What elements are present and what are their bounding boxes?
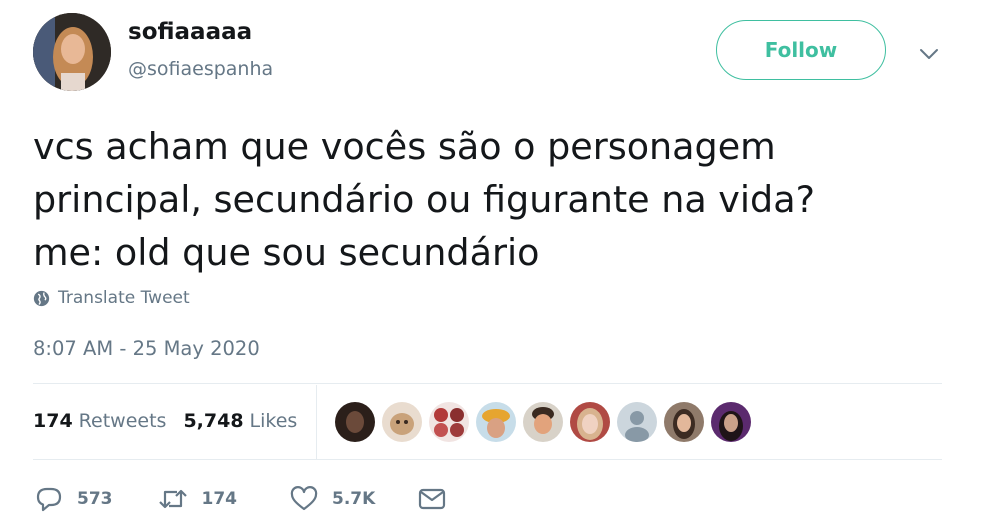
liker-avatar[interactable] [617,402,657,442]
retweet-button[interactable]: 174 [158,487,238,511]
translate-label: Translate Tweet [58,288,190,308]
timestamp[interactable]: 8:07 AM - 25 May 2020 [33,337,260,360]
profile-photo-icon [476,402,516,442]
follow-button[interactable]: Follow [716,20,886,80]
profile-photo-icon [664,402,704,442]
profile-photo-icon [382,402,422,442]
more-options-button[interactable] [915,40,943,68]
chevron-down-icon [920,49,938,59]
user-handle[interactable]: @sofiaespanha [128,58,273,80]
liker-avatar[interactable] [476,402,516,442]
reply-icon [36,487,62,512]
liker-avatar[interactable] [429,402,469,442]
likes-label: Likes [249,410,298,432]
reply-count: 573 [77,489,113,509]
liked-by-avatars [335,402,751,442]
retweet-count: 174 [201,489,238,509]
tweet-text: vcs acham que vocês são o personagem pri… [33,120,933,279]
divider [33,383,942,384]
stats-separator [316,385,317,459]
liker-avatar[interactable] [711,402,751,442]
liker-avatar[interactable] [335,402,375,442]
profile-photo-icon [523,402,563,442]
tweet-line: me: old que sou secundário [33,231,540,274]
direct-message-button[interactable] [418,488,446,510]
profile-photo-icon [711,402,751,442]
liker-avatar[interactable] [523,402,563,442]
retweets-label: Retweets [78,410,167,432]
likes-stat[interactable]: 5,748 Likes [183,410,297,432]
likes-count: 5,748 [183,410,244,432]
retweets-stat[interactable]: 174 Retweets [33,410,166,432]
like-count: 5.7K [332,489,376,509]
liker-avatar[interactable] [382,402,422,442]
reply-button[interactable]: 573 [35,486,113,512]
avatar[interactable] [33,13,111,91]
default-avatar-icon [617,402,657,442]
heart-icon [290,486,318,511]
translate-tweet-link[interactable]: Translate Tweet [33,287,190,309]
tweet-line: principal, secundário ou figurante na vi… [33,178,815,221]
engagement-stats: 174 Retweets 5,748 Likes [33,408,297,434]
profile-photo-icon [429,402,469,442]
display-name[interactable]: sofiaaaaa [128,19,252,45]
retweets-count: 174 [33,410,73,432]
globe-icon [33,290,50,306]
tweet-line: vcs acham que vocês são o personagem [33,125,776,168]
profile-photo-icon [570,402,610,442]
like-button[interactable]: 5.7K [290,486,375,512]
action-bar: 573 174 5.7K [35,485,446,513]
liker-avatar[interactable] [570,402,610,442]
profile-photo-icon [33,13,111,91]
divider [33,459,942,460]
profile-photo-icon [335,402,375,442]
liker-avatar[interactable] [664,402,704,442]
envelope-icon [419,488,446,510]
retweet-icon [158,489,187,509]
